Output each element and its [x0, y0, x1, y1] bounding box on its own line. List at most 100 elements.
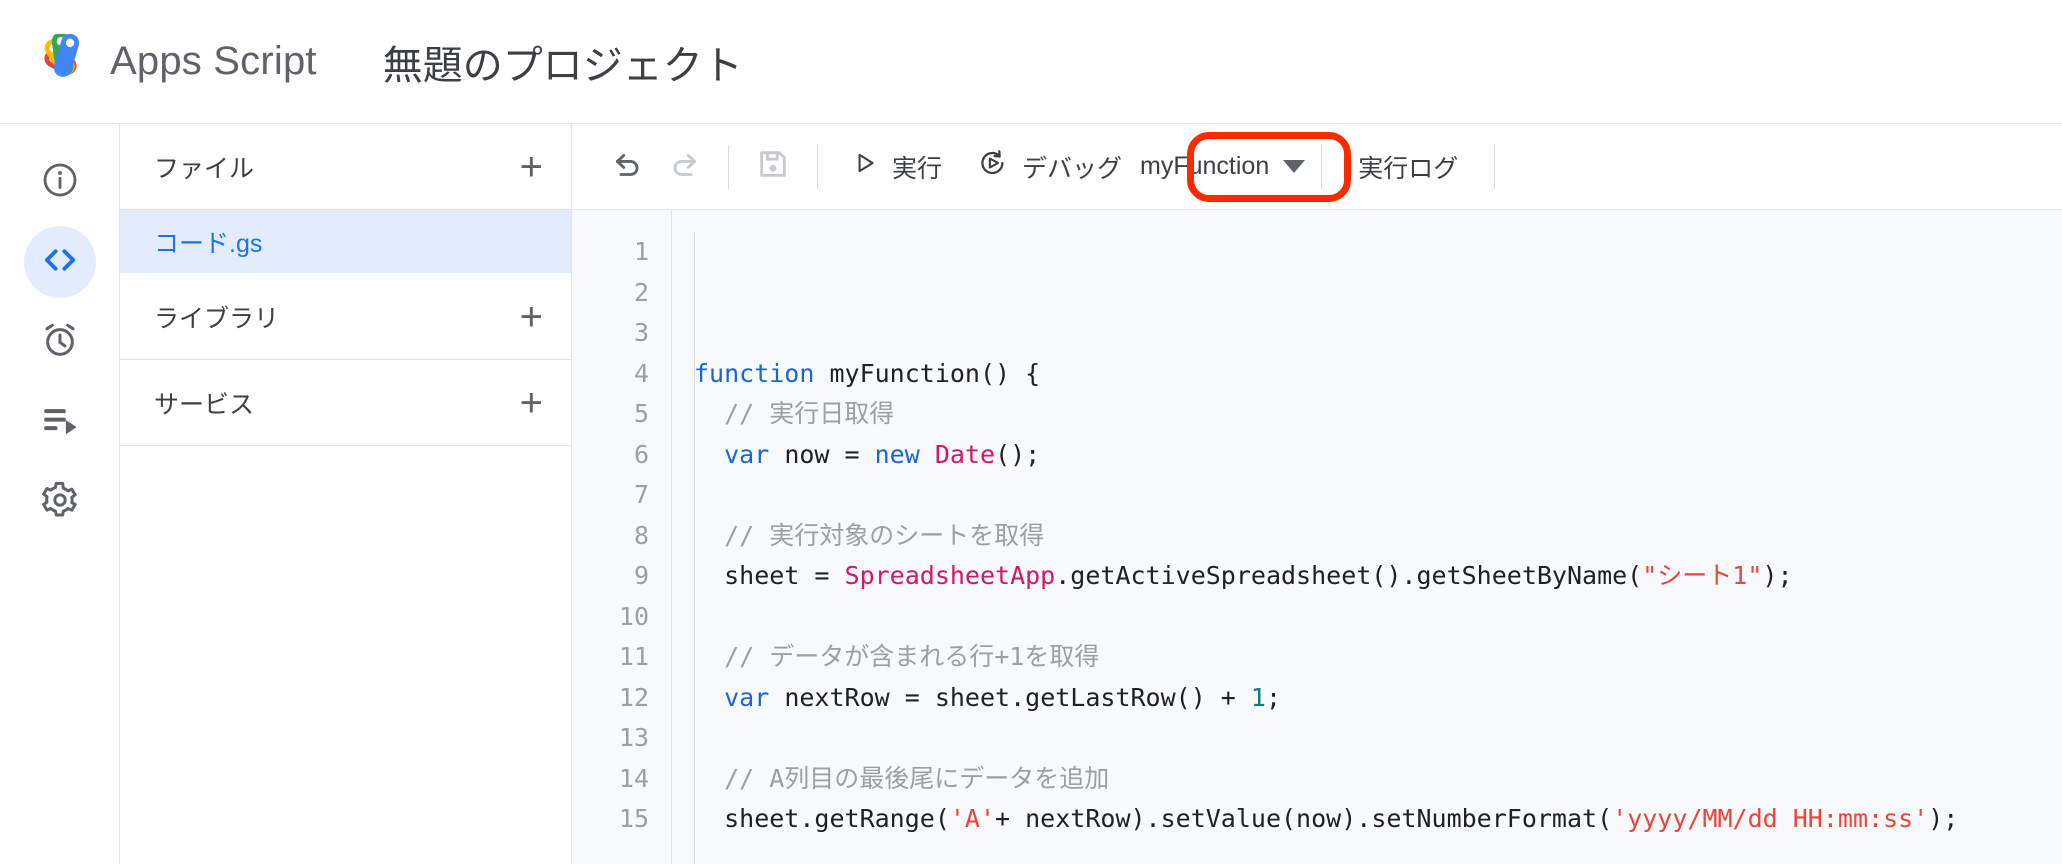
files-section-header[interactable]: ファイル +: [120, 124, 571, 210]
code-token: ();: [995, 439, 1041, 469]
code-token: function: [694, 358, 815, 388]
line-number: 1: [633, 237, 649, 266]
file-item-label: コード.gs: [154, 229, 263, 258]
code-token: "シート1": [1642, 561, 1763, 590]
alarm-clock-icon: [40, 320, 80, 365]
play-icon: [852, 150, 878, 183]
libraries-section-header[interactable]: ライブラリ +: [120, 274, 571, 360]
line-number: 5: [633, 399, 649, 428]
code-line: // 実行対象のシートを取得: [694, 516, 2062, 557]
line-number: 11: [618, 642, 649, 671]
add-file-button[interactable]: +: [520, 147, 543, 187]
code-token: myFunction() {: [814, 358, 1041, 388]
app-body: ファイル + コード.gs ライブラリ + サービス + 実行 デバッグ myF…: [0, 124, 2062, 864]
code-token: .getActiveSpreadsheet().getSheetByName(: [1055, 561, 1643, 590]
code-token: sheet =: [694, 561, 845, 590]
file-item-code-gs[interactable]: コード.gs: [120, 210, 571, 274]
page-title[interactable]: 無題のプロジェクト: [383, 33, 743, 91]
apps-script-logo: [36, 31, 92, 90]
toolbar-divider-2: [817, 144, 818, 189]
toolbar-divider-3: [1321, 144, 1323, 189]
toolbar-divider-1: [728, 144, 729, 189]
line-number: 9: [633, 561, 649, 590]
debug-button[interactable]: デバッグ: [960, 140, 1140, 193]
code-token: // 実行日取得: [694, 399, 895, 428]
code-token: SpreadsheetApp: [844, 561, 1056, 590]
line-number: 7: [633, 480, 649, 509]
undo-icon: [611, 147, 645, 186]
add-library-button[interactable]: +: [520, 297, 543, 337]
files-section-label: ファイル: [154, 154, 255, 183]
code-token: // データが含まれる行+1を取得: [694, 642, 1100, 671]
line-number-gutter: 1 2 3 4 5 6 7 8 9 10 11 12 13 14 15: [572, 210, 672, 864]
function-select[interactable]: myFunction: [1140, 152, 1306, 181]
code-line: sheet.getRange('A'+ nextRow).setValue(no…: [694, 799, 2062, 840]
executions-icon: [40, 400, 80, 445]
brand-name: Apps Script: [110, 39, 317, 83]
sidebar-item-executions[interactable]: [24, 386, 96, 458]
line-number: 2: [633, 277, 649, 307]
code-line: // A列目の最後尾にデータを追加: [694, 759, 2062, 800]
line-number: 3: [633, 318, 649, 347]
gear-icon: [40, 480, 80, 525]
code-token: // A列目の最後尾にデータを追加: [694, 763, 1110, 793]
code-token: );: [1928, 804, 1959, 833]
toolbar-divider-4: [1494, 144, 1496, 189]
line-number: 10: [618, 601, 649, 631]
code-token: sheet.getRange(: [694, 804, 950, 833]
code-editor[interactable]: 1 2 3 4 5 6 7 8 9 10 11 12 13 14 15 function myFunctio…: [572, 210, 2062, 864]
code-line: var nextRow = sheet.getLastRow() + 1;: [694, 678, 2062, 719]
sidebar-item-overview[interactable]: [24, 146, 96, 218]
editor-toolbar: 実行 デバッグ myFunction 実行ログ: [572, 124, 2062, 210]
app-header: Apps Script 無題のプロジェクト: [0, 0, 2062, 124]
sidebar-item-triggers[interactable]: [24, 306, 96, 378]
add-service-button[interactable]: +: [520, 383, 543, 423]
code-token: Date: [934, 439, 996, 469]
undo-button[interactable]: [600, 139, 656, 195]
services-section-header[interactable]: サービス +: [120, 360, 571, 446]
code-token: 1: [1250, 682, 1266, 712]
code-token: + nextRow).setValue(now).setNumberFormat…: [995, 804, 1613, 833]
code-icon: [39, 239, 81, 286]
code-token: new: [874, 439, 920, 469]
code-content[interactable]: function myFunction() { // 実行日取得 var now…: [672, 210, 2062, 864]
redo-button[interactable]: [656, 139, 712, 195]
line-number: 15: [618, 804, 649, 833]
line-number: 4: [633, 358, 649, 388]
debug-label: デバッグ: [1022, 154, 1123, 183]
run-button[interactable]: 実行: [834, 141, 960, 193]
redo-icon: [667, 147, 701, 186]
debug-icon: [978, 148, 1008, 185]
sidebar-item-settings[interactable]: [24, 466, 96, 538]
execution-log-label: 実行ログ: [1358, 154, 1459, 183]
apps-script-window: Apps Script 無題のプロジェクト ファイル + コード.gs ライブラ…: [0, 0, 2062, 864]
code-token: );: [1762, 561, 1793, 590]
code-token: 'yyyy/MM/dd HH:mm:ss': [1612, 804, 1929, 833]
code-line: // 実行日取得: [694, 394, 2062, 435]
execution-log-button[interactable]: 実行ログ: [1338, 141, 1478, 193]
code-token: var: [724, 682, 770, 712]
code-token: now =: [769, 439, 875, 469]
services-section-label: サービス: [154, 390, 255, 419]
code-token: var: [724, 439, 770, 469]
function-select-value: myFunction: [1140, 152, 1270, 180]
save-icon: [756, 147, 790, 186]
code-line: var now = new Date();: [694, 435, 2062, 476]
left-rail: [0, 124, 120, 864]
chevron-down-icon: [1283, 160, 1306, 173]
code-token: 'A': [949, 804, 996, 833]
line-number: 6: [633, 439, 649, 469]
sidebar-item-editor[interactable]: [23, 226, 96, 298]
line-number: 13: [618, 723, 649, 752]
line-number: 12: [618, 682, 649, 712]
code-token: // 実行対象のシートを取得: [694, 520, 1045, 550]
line-number: 8: [633, 520, 649, 550]
save-button[interactable]: [745, 139, 801, 195]
editor-pane: 実行 デバッグ myFunction 実行ログ 1 2 3 4 5 6 7 8 …: [572, 124, 2062, 864]
